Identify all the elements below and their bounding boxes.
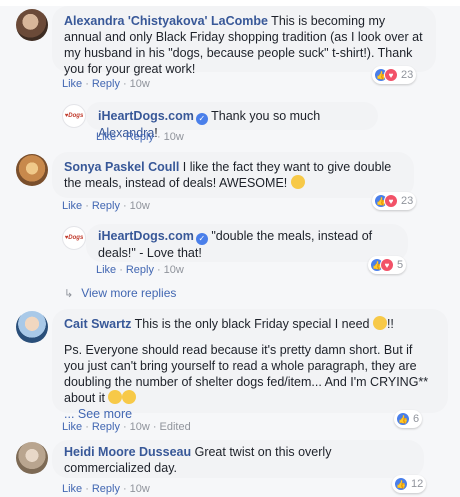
- timestamp[interactable]: 10w: [130, 78, 150, 90]
- iheartdogs-logo: ♥Dogs: [64, 235, 84, 241]
- reaction-count: 23: [401, 69, 414, 81]
- view-more-replies[interactable]: ↳ View more replies: [64, 285, 176, 302]
- reply-text: Thank you so much: [207, 109, 321, 123]
- love-reaction-icon: ♥: [384, 194, 398, 208]
- reaction-summary[interactable]: 👍 ♥ 5: [368, 256, 407, 274]
- timestamp[interactable]: 10w: [164, 264, 184, 276]
- avatar-sonya[interactable]: [16, 154, 48, 186]
- avatar-iheartdogs[interactable]: ♥Dogs: [62, 226, 86, 250]
- comment-actions: Like · Reply · 10w · Edited: [62, 420, 191, 434]
- separator: ·: [119, 264, 123, 276]
- edited-label[interactable]: Edited: [160, 421, 191, 433]
- love-reaction-icon: ♥: [380, 258, 394, 272]
- separator: ·: [122, 483, 127, 495]
- comment-bubble-3: Cait Swartz This is the only black Frida…: [52, 309, 448, 421]
- smile-emoji-icon: [290, 175, 305, 189]
- separator: ·: [152, 421, 157, 433]
- separator: ·: [122, 200, 127, 212]
- like-button[interactable]: Like: [62, 200, 82, 212]
- avatar-iheartdogs[interactable]: ♥Dogs: [62, 104, 86, 128]
- comment-line-1: Cait Swartz This is the only black Frida…: [64, 316, 436, 332]
- avatar-cait[interactable]: [16, 311, 48, 343]
- reaction-summary[interactable]: 👍 ♥ 23: [372, 66, 417, 84]
- separator: ·: [122, 78, 127, 90]
- reply-button[interactable]: Reply: [92, 200, 120, 212]
- comment-bubble-1: Alexandra 'Chistyakova' LaCombe This is …: [52, 6, 436, 76]
- reaction-count: 23: [401, 195, 414, 207]
- separator: ·: [85, 421, 89, 433]
- separator: ·: [119, 131, 123, 143]
- reply-author[interactable]: iHeartDogs.com: [98, 229, 194, 243]
- like-button[interactable]: Like: [96, 264, 116, 276]
- like-button[interactable]: Like: [62, 78, 82, 90]
- like-button[interactable]: Like: [62, 483, 82, 495]
- comment-line-2: Ps. Everyone should read because it's pr…: [64, 342, 436, 406]
- love-reaction-icon: ♥: [384, 68, 398, 82]
- iheartdogs-logo: ♥Dogs: [64, 113, 84, 119]
- comment-author[interactable]: Heidi Moore Dusseau: [64, 445, 191, 459]
- separator: ·: [122, 421, 127, 433]
- grin-emoji-icon: [108, 390, 123, 404]
- reply-button[interactable]: Reply: [126, 131, 154, 143]
- reply-author[interactable]: iHeartDogs.com: [98, 109, 194, 123]
- timestamp[interactable]: 10w: [164, 131, 184, 143]
- comment-bubble-4: Heidi Moore Dusseau Great twist on this …: [52, 440, 424, 478]
- comment-actions: Like · Reply · 10w: [62, 199, 150, 213]
- avatar-heidi[interactable]: [16, 442, 48, 474]
- comment-actions: Like · Reply · 10w: [62, 77, 150, 91]
- reaction-count: 6: [413, 413, 420, 425]
- like-reaction-icon: 👍: [394, 477, 408, 491]
- comment-actions: Like · Reply · 10w: [62, 482, 150, 496]
- reaction-summary[interactable]: 👍 6: [394, 410, 423, 428]
- verified-badge-icon: ✓: [195, 113, 208, 125]
- reaction-summary[interactable]: 👍 ♥ 23: [372, 192, 417, 210]
- separator: ·: [156, 264, 161, 276]
- grin-emoji-icon: [122, 390, 137, 404]
- reply-button[interactable]: Reply: [126, 264, 154, 276]
- separator: ·: [85, 78, 89, 90]
- comment-author[interactable]: Cait Swartz: [64, 317, 131, 331]
- separator: ·: [85, 483, 89, 495]
- reply-button[interactable]: Reply: [92, 483, 120, 495]
- heart-eyes-emoji-icon: [372, 316, 387, 330]
- comment-author[interactable]: Sonya Paskel Coull: [64, 160, 179, 174]
- timestamp[interactable]: 10w: [130, 421, 150, 433]
- separator: ·: [156, 131, 161, 143]
- reply-bubble-2: iHeartDogs.com ✓ "double the meals, inste…: [86, 224, 408, 262]
- timestamp[interactable]: 10w: [130, 483, 150, 495]
- reply-bubble-1: iHeartDogs.com ✓ Thank you so much Alexan…: [86, 102, 378, 140]
- see-more-link[interactable]: ... See more: [64, 407, 132, 421]
- like-button[interactable]: Like: [96, 131, 116, 143]
- reply-actions: Like · Reply · 10w: [96, 263, 184, 277]
- reply-arrow-icon: ↳: [64, 288, 74, 300]
- comment-text: This is the only black Friday special I …: [131, 317, 373, 331]
- like-reaction-icon: 👍: [396, 412, 410, 426]
- separator: ·: [85, 200, 89, 212]
- reaction-summary[interactable]: 👍 12: [392, 475, 427, 493]
- timestamp[interactable]: 10w: [130, 200, 150, 212]
- reply-button[interactable]: Reply: [92, 78, 120, 90]
- comment-text-suffix: !!: [386, 317, 394, 331]
- reply-button[interactable]: Reply: [92, 421, 120, 433]
- verified-badge-icon: ✓: [195, 233, 208, 245]
- reply-actions: Like · Reply · 10w: [96, 130, 184, 144]
- view-more-label[interactable]: View more replies: [81, 286, 176, 300]
- comment-bubble-2: Sonya Paskel Coull I like the fact they …: [52, 152, 414, 198]
- avatar-alexandra[interactable]: [16, 9, 48, 41]
- reaction-count: 12: [411, 478, 424, 490]
- reaction-count: 5: [397, 259, 404, 271]
- comment-author[interactable]: Alexandra 'Chistyakova' LaCombe: [64, 14, 268, 28]
- like-button[interactable]: Like: [62, 421, 82, 433]
